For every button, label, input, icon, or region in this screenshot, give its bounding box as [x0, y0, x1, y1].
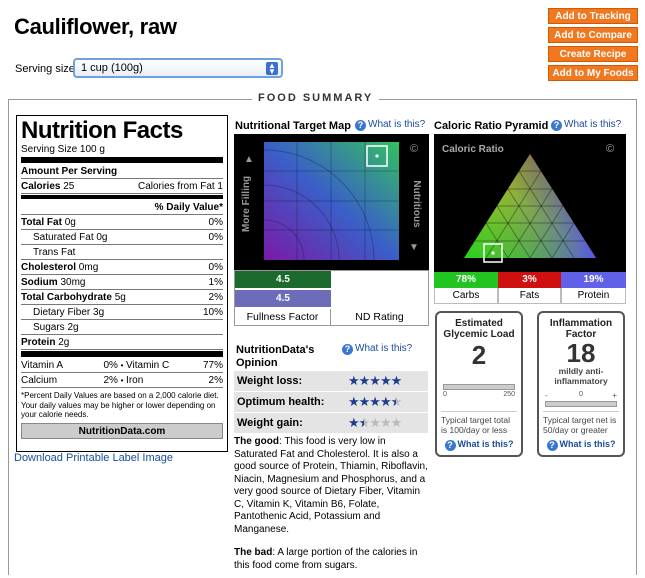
scale-plus: + [612, 391, 617, 400]
question-icon: ? [546, 440, 558, 451]
right-arrow-icon: ▼ [409, 242, 419, 253]
caloric-ratio-inner-label: Caloric Ratio [442, 144, 504, 155]
nutrient-row: Saturated Fat 0g 0% [21, 230, 223, 245]
opinion-row: Optimum health: ★★★★★ [234, 391, 428, 412]
divider [21, 351, 223, 357]
nutrient-row: Cholesterol 0mg 0% [21, 262, 223, 275]
food-summary-title: FOOD SUMMARY [252, 92, 380, 104]
caloric-ratio-bars: 78% 3% 19% Carbs Fats Protein [434, 272, 626, 304]
serving-size-select[interactable]: 1 cup (100g) ▲ ▼ [73, 58, 283, 78]
nutrient-row: Total Fat 0g 0% [21, 217, 223, 230]
nutrition-facts-label: Nutrition Facts Serving Size 100 g Amoun… [16, 115, 228, 452]
download-label-link[interactable]: Download Printable Label Image [14, 452, 173, 464]
add-to-tracking-button[interactable]: Add to Tracking [548, 8, 638, 24]
serving-size-text: Serving Size 100 g [21, 144, 105, 155]
fullness-bar: 4.5 [235, 290, 331, 307]
inflammation-factor-box: Inflammation Factor 18 mildly anti-infla… [537, 311, 625, 457]
scale-min: 0 [443, 391, 447, 398]
inflammation-title: Inflammation Factor [549, 318, 613, 340]
nutrient-row: Trans Fat [21, 245, 223, 260]
nutritional-target-map: More Filling Nutritious ▲ ▼ © [234, 134, 429, 270]
divider [21, 157, 223, 163]
scale-minus: - [545, 391, 548, 400]
protein-label: Protein [561, 288, 626, 304]
vitamin-row: Vitamin A 0% • Vitamin C 77% [21, 360, 223, 373]
target-map-title: Nutritional Target Map [235, 120, 351, 132]
pyramid-graphic: Caloric Ratio © [442, 143, 614, 263]
scale-max: 250 [503, 391, 515, 398]
carbs-label: Carbs [434, 288, 498, 304]
inflammation-sub: mildly anti-inflammatory [554, 366, 608, 386]
create-recipe-button[interactable]: Create Recipe [548, 46, 638, 62]
glycemic-load-title: Estimated Glycemic Load [443, 318, 515, 340]
inflammation-scale [545, 401, 617, 407]
nutrient-row: Protein 2g [21, 335, 223, 350]
add-to-my-foods-button[interactable]: Add to My Foods [548, 65, 638, 81]
more-filling-axis-label: More Filling [241, 176, 252, 232]
fats-percent: 3% [498, 272, 561, 288]
good-bad-text: The good: This food is very low in Satur… [234, 436, 430, 572]
the-good: The good: This food is very low in Satur… [234, 436, 428, 535]
label-footnote: *Percent Daily Values are based on a 2,0… [21, 391, 219, 419]
opinion-row: Weight loss: ★★★★★ [234, 370, 428, 391]
inflammation-value: 18 [566, 338, 596, 368]
glycemic-scale [443, 384, 515, 390]
scale-zero: 0 [579, 391, 583, 398]
star-rating: ★★★★★ [348, 394, 402, 409]
opinion-row: Weight gain: ★★★★★ [234, 412, 428, 433]
question-icon: ? [342, 344, 353, 355]
glycemic-load-value: 2 [471, 340, 487, 370]
fats-label: Fats [498, 288, 561, 304]
serving-size-value: 1 cup (100g) [81, 62, 143, 74]
nutrient-row: Sugars 2g [21, 320, 223, 335]
star-rating: ★★★★★ [348, 415, 402, 430]
opinion-label: Optimum health: [237, 396, 325, 408]
protein-percent: 19% [561, 272, 626, 288]
opinion-label: Weight gain: [237, 417, 303, 429]
select-arrows-icon: ▲ ▼ [266, 62, 278, 76]
inflammation-desc: Typical target net is 50/day or greater [543, 411, 619, 435]
opinion-title: NutritionData's Opinion [236, 344, 315, 369]
nutrient-row: Total Carbohydrate 5g 2% [21, 292, 223, 305]
serving-size-label: Serving size: [15, 63, 78, 75]
nutritious-axis-label: Nutritious [411, 180, 422, 228]
nd-rating-label: ND Rating [355, 311, 404, 323]
opinion-label: Weight loss: [237, 375, 303, 387]
add-to-compare-button[interactable]: Add to Compare [548, 27, 638, 43]
page-title: Cauliflower, raw [14, 14, 177, 39]
caloric-ratio-pyramid: Caloric Ratio © [434, 134, 626, 272]
star-rating: ★★★★★ [348, 373, 402, 388]
question-icon: ? [444, 440, 456, 451]
target-map-what-link[interactable]: ? What is this? [355, 119, 425, 131]
fullness-factor-label: Fullness Factor [235, 309, 331, 325]
nutritiondata-site-badge: NutritionData.com [21, 422, 223, 439]
question-icon: ? [355, 120, 366, 131]
pyramid-what-link[interactable]: ? What is this? [551, 119, 621, 131]
vitamin-row: Calcium 2% • Iron 2% [21, 375, 223, 388]
carbs-percent: 78% [434, 272, 498, 288]
amount-per-serving: Amount Per Serving [21, 164, 223, 179]
glycemic-desc: Typical target total is 100/day or less [441, 411, 517, 435]
glycemic-what-link[interactable]: ? What is this? [441, 439, 517, 451]
the-bad: The bad: A large portion of the calories… [234, 547, 418, 571]
copyright-mark: © [410, 143, 418, 155]
up-arrow-icon: ▲ [244, 154, 254, 165]
fullness-value: 4.5 [235, 271, 331, 288]
glycemic-load-box: Estimated Glycemic Load 2 0 250 Typical … [435, 311, 523, 457]
calories-row: Calories 25 Calories from Fat 1 [21, 181, 223, 194]
pyramid-title: Caloric Ratio Pyramid [434, 120, 549, 132]
nutrient-row: Sodium 30mg 1% [21, 277, 223, 290]
inflammation-what-link[interactable]: ? What is this? [543, 439, 619, 451]
question-icon: ? [551, 120, 562, 131]
fullness-factor-panel: 4.5 4.5 Fullness Factor ND Rating [234, 270, 429, 326]
nutrient-row: Dietary Fiber 3g 10% [21, 305, 223, 320]
opinion-what-link[interactable]: ? What is this? [342, 343, 412, 355]
copyright-mark: © [606, 143, 614, 155]
divider [21, 195, 223, 199]
nutrition-facts-heading: Nutrition Facts [21, 117, 183, 144]
target-map-graphic: More Filling Nutritious ▲ ▼ © [234, 142, 422, 270]
daily-value-header: % Daily Value* [21, 200, 223, 215]
